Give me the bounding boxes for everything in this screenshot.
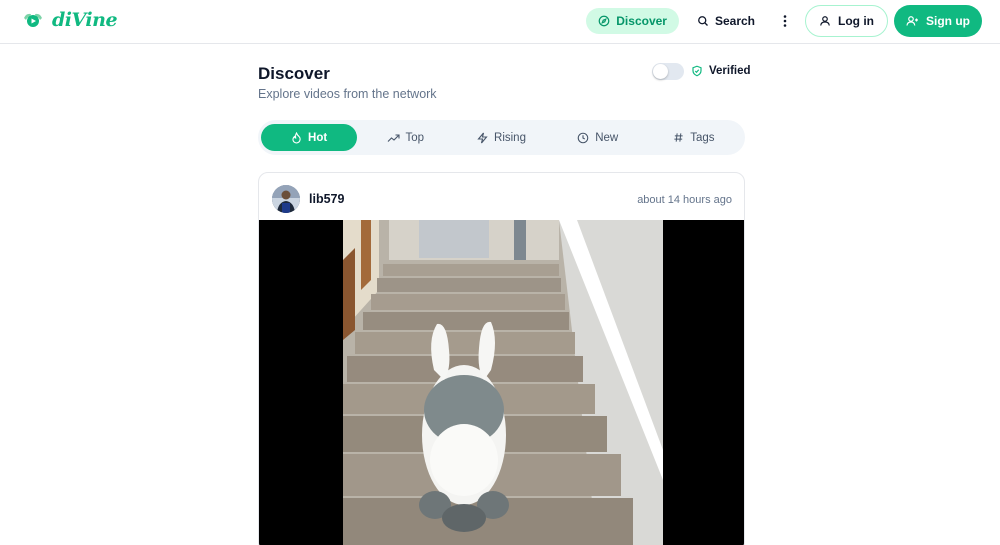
user-icon	[820, 16, 830, 26]
verified-filter: Verified	[652, 62, 751, 80]
signup-button[interactable]: Sign up	[894, 5, 982, 37]
user-plus-icon	[906, 16, 918, 26]
tab-label: Tags	[690, 131, 715, 144]
login-button[interactable]: Log in	[805, 5, 888, 37]
feed-tabs: Hot Top Rising New Tags	[258, 120, 745, 155]
shield-check-icon	[692, 65, 702, 77]
verified-label: Verified	[709, 65, 751, 77]
verified-toggle[interactable]	[652, 62, 684, 80]
tab-label: Hot	[308, 131, 328, 144]
nav-search[interactable]: Search	[687, 8, 765, 34]
author-name[interactable]: lib579	[309, 192, 344, 206]
trending-up-icon	[387, 133, 400, 142]
tab-label: Top	[405, 131, 425, 144]
signup-label: Sign up	[926, 14, 970, 28]
more-menu-button[interactable]	[771, 8, 799, 34]
post-timestamp: about 14 hours ago	[637, 194, 732, 206]
clock-icon	[577, 132, 589, 143]
tab-tags[interactable]: Tags	[646, 124, 742, 151]
video-card: lib579 about 14 hours ago	[258, 172, 745, 545]
top-nav: Discover Search Log in Sign up	[586, 5, 982, 37]
zap-icon	[477, 132, 488, 143]
tab-top[interactable]: Top	[357, 124, 453, 151]
video-frame	[259, 220, 744, 545]
login-label: Log in	[838, 14, 874, 28]
page-title: Discover	[258, 64, 330, 83]
avatar[interactable]	[272, 185, 300, 213]
logo-icon	[24, 13, 42, 27]
search-icon	[698, 16, 708, 26]
app-logo[interactable]: diVine	[22, 9, 118, 31]
tab-label: Rising	[494, 131, 526, 144]
nav-discover-label: Discover	[616, 14, 667, 28]
more-vertical-icon	[783, 15, 787, 27]
logo-text: diVine	[52, 9, 118, 31]
page-subtitle: Explore videos from the network	[258, 87, 437, 101]
top-header: diVine Discover Search Log in Sign up	[0, 0, 1000, 44]
toggle-knob	[653, 63, 668, 79]
avatar-image	[272, 185, 300, 213]
tab-rising[interactable]: Rising	[453, 124, 549, 151]
tab-new[interactable]: New	[550, 124, 646, 151]
compass-icon	[598, 15, 610, 27]
hash-icon	[674, 133, 683, 142]
nav-discover[interactable]: Discover	[586, 8, 679, 34]
tab-label: New	[595, 131, 619, 144]
tab-hot[interactable]: Hot	[261, 124, 358, 151]
video-player[interactable]	[259, 220, 744, 545]
nav-search-label: Search	[714, 14, 755, 28]
flame-icon	[292, 131, 301, 144]
